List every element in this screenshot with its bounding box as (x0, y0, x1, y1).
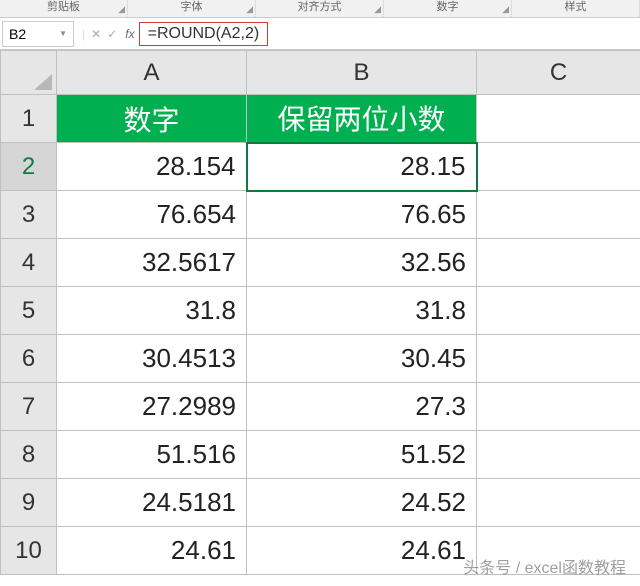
ribbon-group-alignment: 对齐方式◢ (256, 0, 384, 17)
cell-C3[interactable] (477, 191, 640, 239)
cell-B2[interactable]: 28.15 (247, 143, 477, 191)
cell-A10[interactable]: 24.61 (57, 527, 247, 575)
col-header-B[interactable]: B (247, 51, 477, 95)
cell-B5[interactable]: 31.8 (247, 287, 477, 335)
ribbon-group-clipboard: 剪贴板◢ (0, 0, 128, 17)
cell-A4[interactable]: 32.5617 (57, 239, 247, 287)
fx-icon[interactable]: fx (125, 27, 134, 41)
row-header[interactable]: 7 (1, 383, 57, 431)
row-header[interactable]: 10 (1, 527, 57, 575)
cell-C5[interactable] (477, 287, 640, 335)
cell-A3[interactable]: 76.654 (57, 191, 247, 239)
cell-B9[interactable]: 24.52 (247, 479, 477, 527)
cell-C2[interactable] (477, 143, 640, 191)
ribbon-group-font: 字体◢ (128, 0, 256, 17)
cell-B4[interactable]: 32.56 (247, 239, 477, 287)
cell-C7[interactable] (477, 383, 640, 431)
row-header[interactable]: 8 (1, 431, 57, 479)
row-header[interactable]: 9 (1, 479, 57, 527)
name-box[interactable]: B2 ▼ (2, 21, 74, 47)
cell-A9[interactable]: 24.5181 (57, 479, 247, 527)
cell-C6[interactable] (477, 335, 640, 383)
formula-controls: | ✕ ✓ fx (82, 27, 139, 41)
cell-A1[interactable]: 数字 (57, 95, 247, 143)
cell-A6[interactable]: 30.4513 (57, 335, 247, 383)
cell-B1[interactable]: 保留两位小数 (247, 95, 477, 143)
formula-bar-row: B2 ▼ | ✕ ✓ fx =ROUND(A2,2) (0, 18, 640, 50)
col-header-C[interactable]: C (477, 51, 640, 95)
cell-A2[interactable]: 28.154 (57, 143, 247, 191)
row-header[interactable]: 3 (1, 191, 57, 239)
cell-C9[interactable] (477, 479, 640, 527)
formula-bar[interactable]: =ROUND(A2,2) (139, 21, 640, 47)
ribbon-group-styles: 样式 (512, 0, 640, 17)
cell-C8[interactable] (477, 431, 640, 479)
col-header-A[interactable]: A (57, 51, 247, 95)
row-header[interactable]: 6 (1, 335, 57, 383)
cell-B8[interactable]: 51.52 (247, 431, 477, 479)
formula-text: =ROUND(A2,2) (139, 22, 269, 46)
ribbon-group-number: 数字◢ (384, 0, 512, 17)
cell-C1[interactable] (477, 95, 640, 143)
spreadsheet-grid[interactable]: A B C 1 数字 保留两位小数 2 28.154 28.15 3 76.65… (0, 50, 640, 575)
cell-A7[interactable]: 27.2989 (57, 383, 247, 431)
row-header[interactable]: 2 (1, 143, 57, 191)
name-box-value: B2 (9, 26, 26, 42)
cell-C4[interactable] (477, 239, 640, 287)
chevron-down-icon[interactable]: ▼ (59, 29, 67, 38)
cell-A5[interactable]: 31.8 (57, 287, 247, 335)
row-header[interactable]: 5 (1, 287, 57, 335)
select-all-corner[interactable] (1, 51, 57, 95)
ribbon-group-labels: 剪贴板◢ 字体◢ 对齐方式◢ 数字◢ 样式 (0, 0, 640, 18)
confirm-icon[interactable]: ✓ (107, 27, 117, 41)
row-header[interactable]: 4 (1, 239, 57, 287)
cell-B6[interactable]: 30.45 (247, 335, 477, 383)
cell-B10[interactable]: 24.61 (247, 527, 477, 575)
cell-B7[interactable]: 27.3 (247, 383, 477, 431)
cell-A8[interactable]: 51.516 (57, 431, 247, 479)
cell-C10[interactable] (477, 527, 640, 575)
row-header[interactable]: 1 (1, 95, 57, 143)
cancel-icon[interactable]: ✕ (91, 27, 101, 41)
cell-B3[interactable]: 76.65 (247, 191, 477, 239)
